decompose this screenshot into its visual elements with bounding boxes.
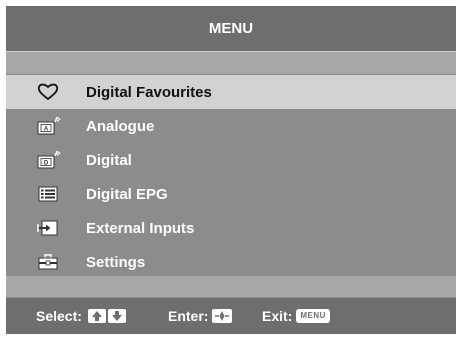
menu-item-digital-favourites[interactable]: Digital Favourites	[6, 75, 456, 109]
menu-item-analogue[interactable]: A Analogue	[6, 109, 456, 143]
menu-item-label: Digital EPG	[86, 185, 168, 203]
help-bar: Select: Enter: Exit: MENU	[6, 298, 456, 334]
menu-item-label: Settings	[86, 253, 146, 271]
enter-hint: Enter:	[168, 298, 233, 334]
down-arrow-key-icon	[107, 309, 126, 323]
exit-hint: Exit: MENU	[262, 298, 330, 334]
svg-text:A: A	[44, 126, 49, 132]
heart-icon	[37, 82, 59, 102]
menu-key-badge: MENU	[296, 309, 330, 323]
epg-guide-icon	[37, 184, 59, 204]
menu-item-digital[interactable]: D Digital	[6, 143, 456, 177]
menu-item-digital-epg[interactable]: Digital EPG	[6, 177, 456, 211]
enter-key-icon	[212, 309, 233, 323]
top-spacer-band	[6, 52, 456, 74]
menu-item-external-inputs[interactable]: External Inputs	[6, 211, 456, 245]
menu-panel: MENU Digital Favourites A Analogue D Dig…	[6, 6, 456, 334]
menu-item-label: Analogue	[86, 117, 155, 135]
menu-item-label: External Inputs	[86, 219, 195, 237]
input-arrow-icon	[37, 218, 59, 238]
svg-text:D: D	[44, 160, 49, 166]
select-label: Select:	[36, 308, 82, 324]
exit-label: Exit:	[262, 308, 293, 324]
menu-item-settings[interactable]: Settings	[6, 245, 456, 279]
toolbox-icon	[37, 252, 59, 272]
up-arrow-key-icon	[87, 309, 106, 323]
menu-item-label: Digital	[86, 151, 132, 169]
digital-tv-icon: D	[37, 150, 61, 170]
enter-label: Enter:	[168, 308, 209, 324]
bottom-spacer-band	[6, 276, 456, 297]
menu-title: MENU	[6, 6, 456, 51]
select-hint: Select:	[36, 298, 126, 334]
menu-item-label: Digital Favourites	[86, 83, 212, 101]
analogue-tv-icon: A	[37, 116, 61, 136]
